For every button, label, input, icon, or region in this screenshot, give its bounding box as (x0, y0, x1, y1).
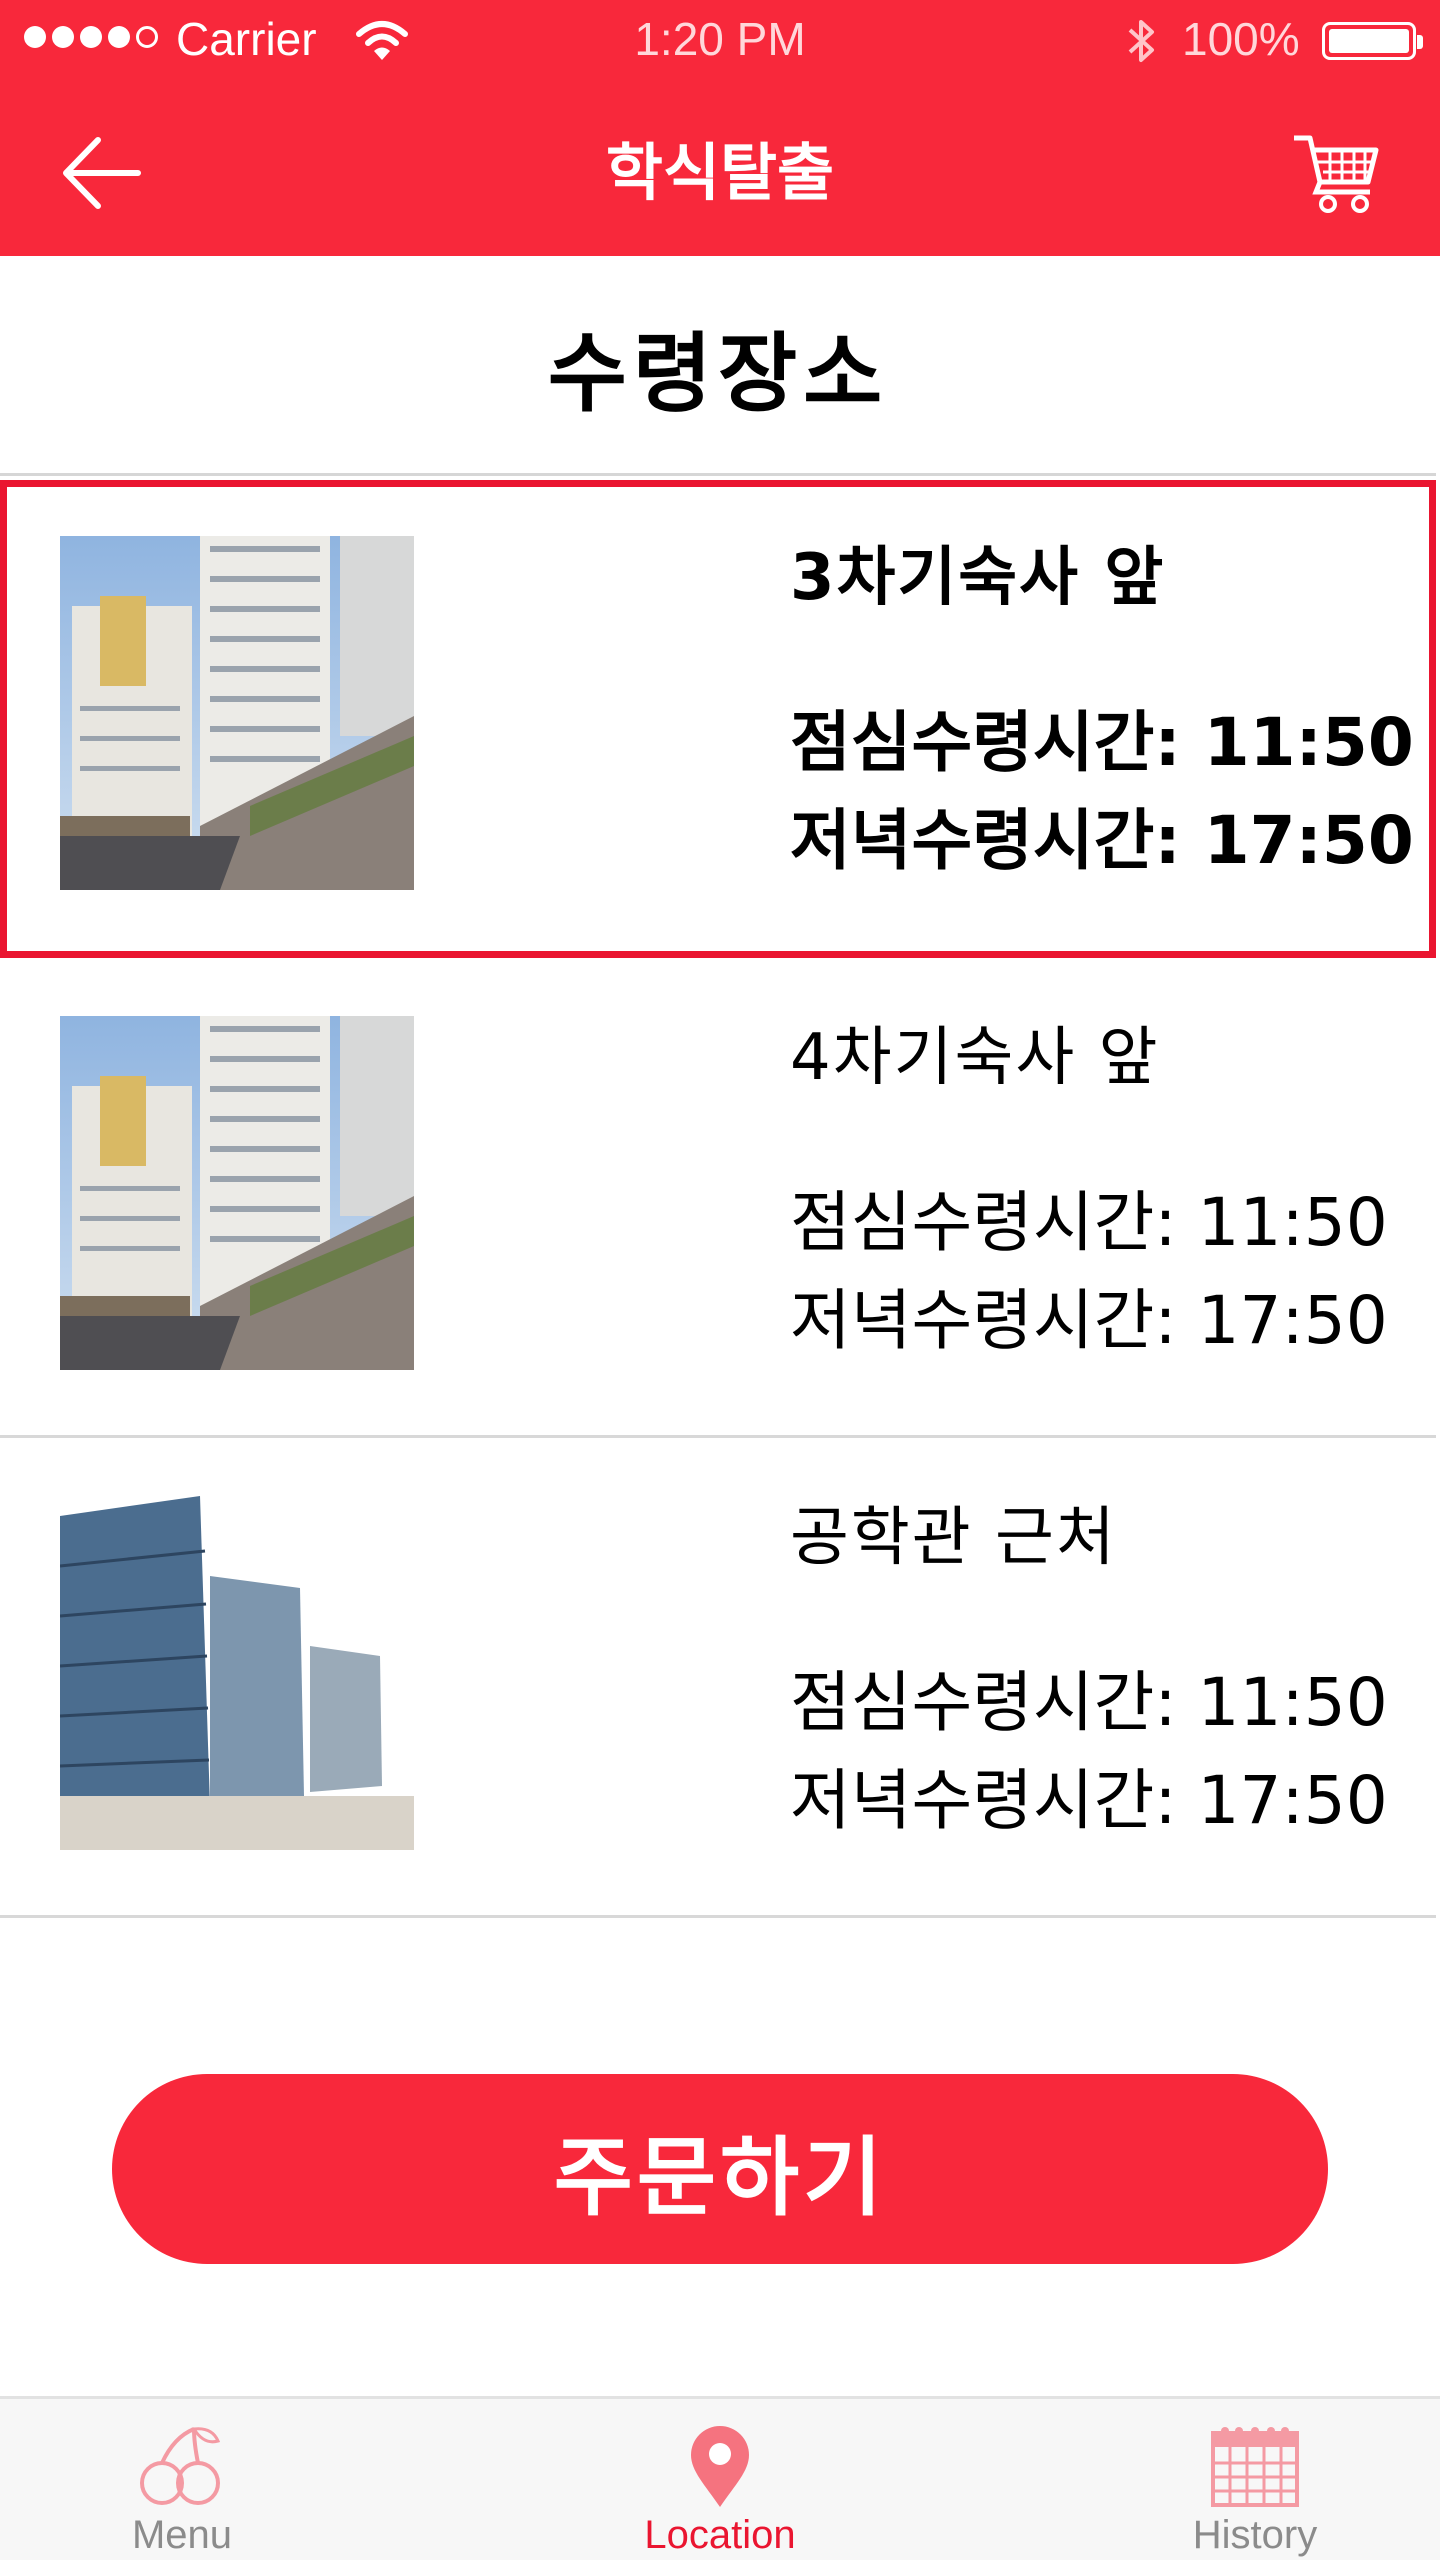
location-name: 4차기숙사 앞 (790, 1021, 1160, 1095)
location-item-dorm3[interactable]: 3차기숙사 앞 점심수령시간: 11:50 저녁수령시간: 17:50 (0, 480, 1436, 958)
page-title: 학식탈출 (605, 136, 835, 209)
location-name: 3차기숙사 앞 (790, 541, 1166, 615)
map-pin-icon (691, 2426, 749, 2507)
lunch-pickup-time: 점심수령시간: 11:50 (790, 1664, 1388, 1741)
lunch-pickup-time: 점심수령시간: 11:50 (790, 1184, 1388, 1261)
tab-location[interactable]: Location (600, 2399, 840, 2560)
tab-history-label: History (1192, 2513, 1318, 2557)
status-bar: Carrier 1:20 PM 100% (0, 0, 1440, 78)
tab-menu-label: Menu (131, 2513, 233, 2557)
location-info: 4차기숙사 앞 점심수령시간: 11:50 저녁수령시간: 17:50 (790, 1008, 1430, 1370)
location-name: 공학관 근처 (790, 1501, 1117, 1575)
app-header: Carrier 1:20 PM 100% 학식탈출 (0, 0, 1440, 256)
battery-icon (1322, 22, 1423, 60)
tab-history[interactable]: History (1160, 2399, 1350, 2560)
order-button[interactable]: 주문하기 (112, 2074, 1328, 2264)
app-screen: Carrier 1:20 PM 100% 학식탈출 수령장소 3차기숙사 앞 점… (0, 0, 1440, 2560)
bluetooth-icon (1128, 20, 1154, 62)
cart-icon[interactable] (1290, 124, 1382, 214)
calendar-icon (1211, 2427, 1299, 2507)
tab-bar: Menu Location History (0, 2396, 1440, 2560)
location-item-engineering[interactable]: 공학관 근처 점심수령시간: 11:50 저녁수령시간: 17:50 (0, 1440, 1436, 1918)
dinner-pickup-time: 저녁수령시간: 17:50 (790, 1762, 1388, 1839)
location-info: 3차기숙사 앞 점심수령시간: 11:50 저녁수령시간: 17:50 (790, 528, 1430, 890)
engineering-building-photo (60, 1496, 414, 1850)
dinner-pickup-time: 저녁수령시간: 17:50 (790, 1282, 1388, 1359)
dorm-building-photo (60, 536, 414, 890)
divider (0, 1435, 1436, 1438)
battery-percent: 100% (1182, 13, 1300, 65)
dinner-pickup-time: 저녁수령시간: 17:50 (790, 802, 1414, 879)
dorm-building-photo (60, 1016, 414, 1370)
location-item-dorm4[interactable]: 4차기숙사 앞 점심수령시간: 11:50 저녁수령시간: 17:50 (0, 960, 1436, 1438)
cherry-icon (140, 2427, 221, 2505)
lunch-pickup-time: 점심수령시간: 11:50 (790, 704, 1414, 781)
location-info: 공학관 근처 점심수령시간: 11:50 저녁수령시간: 17:50 (790, 1488, 1430, 1850)
divider (0, 1915, 1436, 1918)
tab-location-label: Location (644, 2513, 796, 2557)
tab-menu[interactable]: Menu (100, 2399, 264, 2560)
section-title: 수령장소 (0, 258, 1436, 476)
